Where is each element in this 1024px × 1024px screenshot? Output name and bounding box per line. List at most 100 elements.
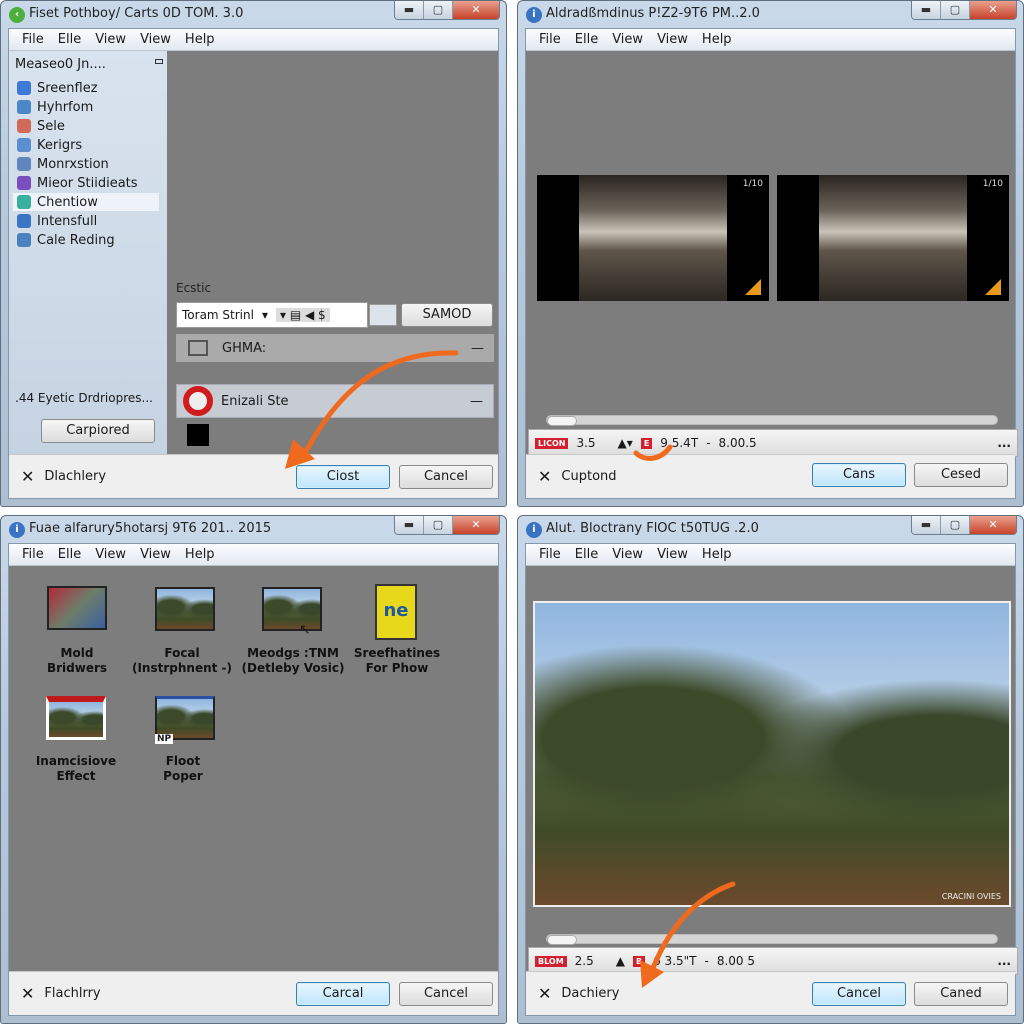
menu-view[interactable]: View bbox=[88, 544, 133, 565]
corner-marker-icon bbox=[745, 279, 761, 295]
sidebar-item[interactable]: Kerigrs bbox=[13, 136, 159, 154]
maximize-button[interactable]: ▢ bbox=[941, 516, 970, 534]
menu-bar: File Elle View View Help bbox=[9, 29, 498, 51]
close-x-icon[interactable]: ✕ bbox=[21, 467, 34, 486]
menu-view-2[interactable]: View bbox=[650, 29, 695, 50]
record-icon bbox=[183, 386, 213, 416]
menu-file[interactable]: File bbox=[15, 544, 51, 565]
effect-thumbnail[interactable] bbox=[155, 587, 215, 631]
dropdown-value: Toram Strinl bbox=[182, 308, 254, 322]
menu-edit[interactable]: Elle bbox=[568, 29, 605, 50]
sidebar-item-icon bbox=[17, 195, 31, 209]
monitor-icon[interactable] bbox=[369, 304, 397, 326]
menu-view[interactable]: View bbox=[605, 544, 650, 565]
item-label[interactable]: Meodgs :TNM (Detleby Vosic) bbox=[233, 646, 353, 676]
maximize-button[interactable]: ▢ bbox=[941, 1, 970, 19]
video-frame-left[interactable]: 1/10 bbox=[537, 175, 769, 301]
menu-edit[interactable]: Elle bbox=[51, 544, 88, 565]
menu-edit[interactable]: Elle bbox=[51, 29, 88, 50]
ok-button[interactable]: Carcal bbox=[296, 982, 390, 1006]
cancel-button[interactable]: Caned bbox=[914, 982, 1008, 1006]
status-separator: - bbox=[706, 436, 711, 450]
menu-help[interactable]: Help bbox=[695, 29, 739, 50]
item-label[interactable]: Sreefhatines For Phow bbox=[337, 646, 457, 676]
menu-edit[interactable]: Elle bbox=[568, 544, 605, 565]
close-button[interactable]: ✕ bbox=[970, 516, 1016, 534]
ok-button[interactable]: Ciost bbox=[296, 465, 390, 489]
menu-view[interactable]: View bbox=[605, 29, 650, 50]
item-label[interactable]: Inamcisiove Effect bbox=[16, 754, 136, 784]
ok-button[interactable]: Cans bbox=[812, 463, 906, 487]
panel-label: Ecstic bbox=[176, 281, 212, 295]
scroll-thumb[interactable] bbox=[547, 416, 577, 426]
menu-file[interactable]: File bbox=[15, 29, 51, 50]
close-x-icon[interactable]: ✕ bbox=[538, 467, 551, 486]
menu-view[interactable]: View bbox=[88, 29, 133, 50]
samod-button[interactable]: SAMOD bbox=[401, 303, 493, 327]
maximize-button[interactable]: ▢ bbox=[424, 1, 453, 19]
user-icon[interactable]: ▲ bbox=[616, 954, 625, 968]
sidebar-item[interactable]: Cale Reding bbox=[13, 231, 159, 249]
close-button[interactable]: ✕ bbox=[453, 516, 499, 534]
maximize-button[interactable]: ▢ bbox=[424, 516, 453, 534]
item-label[interactable]: Mold Bridwers bbox=[17, 646, 137, 676]
more-icon[interactable]: ... bbox=[997, 954, 1011, 968]
effect-thumbnail[interactable] bbox=[262, 587, 322, 631]
window-icon bbox=[188, 340, 208, 356]
menu-help[interactable]: Help bbox=[695, 544, 739, 565]
minimize-button[interactable]: ▬ bbox=[395, 1, 424, 19]
toolbar-icons[interactable]: ▾ ▤ ◀ $ bbox=[275, 308, 330, 322]
timeline-scrollbar[interactable] bbox=[546, 934, 998, 945]
close-x-icon[interactable]: ✕ bbox=[21, 984, 34, 1003]
effect-thumbnail[interactable] bbox=[46, 696, 106, 740]
window-title: Alut. Bloctrany FlOC t50TUG .2.0 bbox=[546, 521, 759, 536]
menu-help[interactable]: Help bbox=[178, 29, 222, 50]
menu-file[interactable]: File bbox=[532, 544, 568, 565]
timeline-scrollbar[interactable] bbox=[546, 415, 998, 426]
cancel-button[interactable]: Cesed bbox=[914, 463, 1008, 487]
sidebar: Measeo0 Jn.... Sreenflez Hyhrfom Sele Kerig… bbox=[9, 51, 167, 454]
sidebar-item-icon bbox=[17, 157, 31, 171]
sidebar-item-label: Chentiow bbox=[37, 194, 98, 210]
minimize-button[interactable]: ▬ bbox=[912, 516, 941, 534]
preview-photo[interactable]: CRACINI OVIES bbox=[533, 601, 1011, 907]
menu-view-2[interactable]: View bbox=[133, 29, 178, 50]
menu-help[interactable]: Help bbox=[178, 544, 222, 565]
video-frame-right[interactable]: 1/10 bbox=[777, 175, 1009, 301]
sidebar-item[interactable]: Hyhrfom bbox=[13, 98, 159, 116]
sidebar-button[interactable]: Carpiored bbox=[41, 419, 155, 443]
sidebar-item[interactable]: Sreenflez bbox=[13, 79, 159, 97]
font-dropdown[interactable]: Toram Strinl ▾ ▾ ▤ ◀ $ bbox=[176, 302, 368, 328]
close-button[interactable]: ✕ bbox=[970, 1, 1016, 19]
close-x-icon[interactable]: ✕ bbox=[538, 984, 551, 1003]
list-row[interactable]: GHMA: — bbox=[176, 334, 494, 362]
effect-thumbnail[interactable] bbox=[47, 586, 107, 630]
status-value-1: 2.5 bbox=[574, 954, 594, 968]
minimize-button[interactable]: ▬ bbox=[912, 1, 941, 19]
menu-file[interactable]: File bbox=[532, 29, 568, 50]
sidebar-item[interactable]: Monrxstion bbox=[13, 155, 159, 173]
sidebar-item[interactable]: Intensfull bbox=[13, 212, 159, 230]
list-row-selected[interactable]: Enizali Ste — bbox=[176, 384, 494, 418]
minimize-button[interactable]: ▬ bbox=[395, 516, 424, 534]
item-label[interactable]: Focal (Instrphnent -) bbox=[122, 646, 242, 676]
client-area: File Elle View View Help ↖ ne Mold Bridwers F… bbox=[8, 543, 499, 1016]
sidebar-item[interactable]: Mieor Stiidieats bbox=[13, 174, 159, 192]
sidebar-item[interactable]: Chentiow bbox=[13, 193, 159, 211]
ok-button[interactable]: Cancel bbox=[812, 982, 906, 1006]
color-swatch[interactable] bbox=[187, 424, 209, 446]
menu-view-2[interactable]: View bbox=[133, 544, 178, 565]
scroll-thumb[interactable] bbox=[547, 935, 577, 945]
more-icon[interactable]: ... bbox=[997, 436, 1011, 450]
menu-view-2[interactable]: View bbox=[650, 544, 695, 565]
cancel-button[interactable]: Cancel bbox=[399, 465, 493, 489]
user-icon[interactable]: ▲▾ bbox=[618, 436, 633, 450]
app-icon: ‹ bbox=[9, 7, 25, 23]
cancel-button[interactable]: Cancel bbox=[399, 982, 493, 1006]
menu-bar: File Elle View View Help bbox=[9, 544, 498, 566]
close-button[interactable]: ✕ bbox=[453, 1, 499, 19]
yellow-logo-thumbnail[interactable]: ne bbox=[375, 584, 417, 640]
item-label[interactable]: Floot Poper bbox=[123, 754, 243, 784]
collapse-icon[interactable] bbox=[155, 59, 163, 64]
sidebar-item[interactable]: Sele bbox=[13, 117, 159, 135]
